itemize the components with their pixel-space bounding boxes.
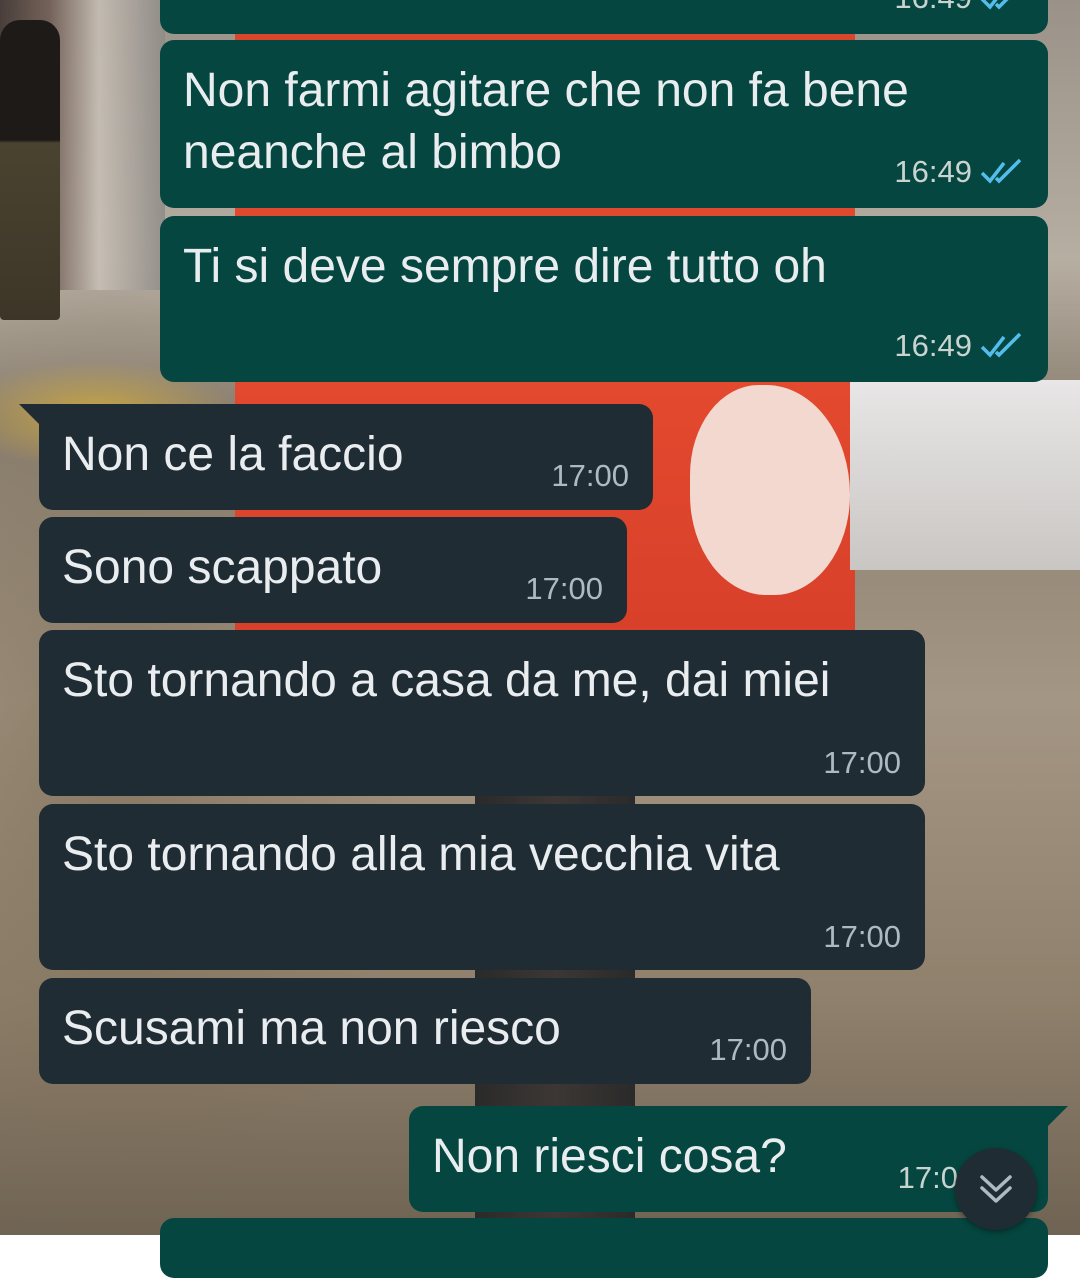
message-bubble-incoming[interactable]: Sto tornando alla mia vecchia vita 17:00 [39,804,925,970]
message-bubble-incoming[interactable]: Non ce la faccio 17:00 [19,404,653,510]
double-check-icon [980,0,1009,10]
message-time: 16:49 [894,154,972,189]
message-meta: 16:49 [894,0,1024,16]
message-meta: 17:00 [823,745,901,781]
double-check-icon [980,158,1022,184]
message-time: 16:49 [894,328,972,363]
message-text: Sto tornando a casa da me, dai miei [62,654,831,707]
bubble-tail [19,404,41,426]
wallpaper-person [0,20,60,320]
message-meta: 17:00 [551,458,629,494]
message-meta: 16:49 [894,328,1024,364]
message-bubble-outgoing[interactable]: Non farmi agitare che non fa bene neanch… [160,40,1048,208]
message-meta: 17:00 [709,1032,787,1068]
message-time: 17:00 [525,571,603,606]
bubble-tail [1046,1106,1068,1128]
message-time: 17:00 [709,1032,787,1067]
message-bubble-incoming[interactable]: Sono scappato 17:00 [39,517,627,623]
message-bubble-outgoing[interactable]: 16:49 [160,0,1048,34]
message-bubble-outgoing[interactable] [160,1218,1048,1278]
message-time: 17:00 [823,919,901,954]
scroll-to-bottom-button[interactable] [955,1148,1037,1230]
message-text: Scusami ma non riesco [62,1002,561,1055]
message-bubble-incoming[interactable]: Scusami ma non riesco 17:00 [39,978,811,1084]
message-meta: 17:0 [898,1160,958,1196]
message-bubble-outgoing[interactable]: Ti si deve sempre dire tutto oh 16:49 [160,216,1048,382]
message-time: 17:00 [823,745,901,780]
message-time: 17:00 [551,458,629,493]
message-meta: 16:49 [894,154,1024,190]
message-bubble-incoming[interactable]: Sto tornando a casa da me, dai miei 17:0… [39,630,925,796]
message-text: Non farmi agitare che non fa bene neanch… [183,64,909,179]
message-time: 16:49 [894,0,972,16]
message-text: Sono scappato [62,541,383,594]
message-meta: 17:00 [823,919,901,955]
message-time: 17:0 [897,1160,958,1195]
double-chevron-down-icon [980,1175,1012,1203]
message-text: Sto tornando alla mia vecchia vita [62,828,780,881]
message-text: Non riesci cosa? [432,1130,787,1183]
double-check-icon [980,332,1022,358]
wallpaper-wall [850,380,1080,570]
message-bubble-outgoing[interactable]: Non riesci cosa? 17:0 [409,1106,1068,1212]
message-text: Non ce la faccio [62,428,404,481]
message-meta: 17:00 [525,571,603,607]
message-text: Ti si deve sempre dire tutto oh [183,240,827,293]
